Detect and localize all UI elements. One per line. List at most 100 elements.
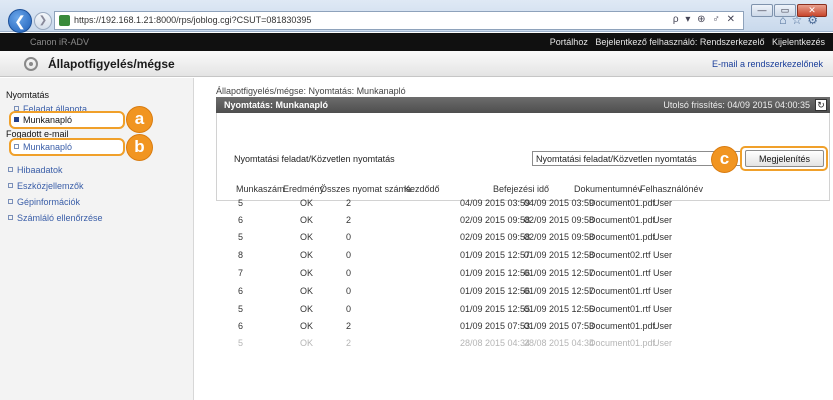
- cell-document-name: Document01.pdf: [589, 232, 656, 242]
- address-tools[interactable]: ρ ▾ ⊕ ♂ ✕: [673, 14, 737, 25]
- browser-chrome: — ▭ ✕ ❮ ❯ https://192.168.1.21:8000/rps/…: [0, 0, 833, 33]
- cell-start: 04/09 2015 03:59: [460, 198, 531, 208]
- table-row: 6 OK 0 01/09 2015 12:56 01/09 2015 12:57 Docu…: [216, 286, 830, 301]
- fade-overlay: [195, 355, 833, 400]
- callout-b-badge: b: [127, 135, 152, 160]
- bullet-icon: [8, 199, 13, 204]
- sidebar-item-label: Gépinformációk: [17, 197, 81, 207]
- sidebar-item-label: Hibaadatok: [17, 165, 63, 175]
- star-icon[interactable]: ☆: [791, 13, 807, 27]
- job-type-select[interactable]: Nyomtatási feladat/Közvetlen nyomtatás: [532, 151, 742, 166]
- sidebar-item-job-log[interactable]: Munkanapló: [14, 115, 72, 125]
- cell-document-name: Document01.pdf: [589, 338, 656, 348]
- sidebar-section-print: Nyomtatás: [6, 90, 50, 100]
- cell-job-number: 6: [238, 286, 244, 296]
- forward-arrow-icon[interactable]: ❯: [34, 12, 52, 30]
- breadcrumb: Állapotfigyelés/mégse: Nyomtatás: Munkan…: [216, 86, 406, 96]
- top-bar: Canon iR-ADV Portálhoz Bejelentkező felh…: [0, 33, 833, 51]
- logout-link[interactable]: Kijelentkezés: [772, 37, 825, 47]
- bullet-icon: [14, 117, 19, 122]
- bullet-icon: [14, 144, 19, 149]
- col-header-total-prints: Összes nyomat száma: [320, 184, 412, 194]
- address-url[interactable]: https://192.168.1.21:8000/rps/joblog.cgi…: [74, 15, 311, 25]
- cell-job-number: 5: [238, 338, 244, 348]
- cell-document-name: Document01.rtf: [589, 304, 651, 314]
- sidebar-item-label: Számláló ellenőrzése: [17, 213, 103, 223]
- col-header-result: Eredmény: [283, 184, 325, 194]
- cell-start: 01/09 2015 12:55: [460, 304, 531, 314]
- cell-user-name: User: [653, 198, 673, 208]
- table-row: 5 OK 2 04/09 2015 03:59 04/09 2015 03:59 Docu…: [216, 198, 830, 213]
- cell-start: 02/09 2015 09:58: [460, 232, 531, 242]
- last-update-text: Utolsó frissítés: 04/09 2015 04:00:35: [663, 100, 810, 110]
- table-row: 5 OK 0 02/09 2015 09:58 02/09 2015 09:58 Docu…: [216, 232, 830, 247]
- cell-total-prints: 2: [346, 215, 352, 225]
- table-row: 6 OK 2 02/09 2015 09:58 02/09 2015 09:58 Docu…: [216, 215, 830, 230]
- bullet-icon: [8, 215, 13, 220]
- cell-user-name: User: [653, 338, 673, 348]
- cell-job-number: 8: [238, 250, 244, 260]
- table-row: 6 OK 2 01/09 2015 07:53 01/09 2015 07:53 Docu…: [216, 321, 830, 336]
- sidebar-item-label: Eszközjellemzők: [17, 181, 84, 191]
- cell-job-number: 6: [238, 321, 244, 331]
- table-row: 5 OK 2 28/08 2015 04:34 28/08 2015 04:34 Docu…: [216, 338, 830, 353]
- cell-end-time: 01/09 2015 12:58: [524, 250, 595, 260]
- cell-start: 28/08 2015 04:34: [460, 338, 531, 348]
- cell-user-name: User: [653, 286, 673, 296]
- sidebar-item-error-info[interactable]: Hibaadatok: [8, 165, 63, 175]
- cell-total-prints: 2: [346, 338, 352, 348]
- cell-result: OK: [300, 268, 314, 278]
- cell-job-number: 5: [238, 232, 244, 242]
- cell-document-name: Document01.pdf: [589, 198, 656, 208]
- cell-start: 01/09 2015 12:56: [460, 286, 531, 296]
- cell-result: OK: [300, 250, 314, 260]
- cell-job-number: 7: [238, 268, 244, 278]
- display-button[interactable]: Megjelenítés: [745, 150, 824, 167]
- mail-admin-link[interactable]: E-mail a rendszerkezelőnek: [712, 59, 823, 69]
- back-arrow-icon[interactable]: ❮: [8, 9, 32, 33]
- cell-result: OK: [300, 338, 314, 348]
- cell-document-name: Document02.rtf: [589, 250, 651, 260]
- status-monitor-icon: [24, 57, 38, 71]
- top-links: Portálhoz Bejelentkező felhasználó: Rend…: [545, 37, 825, 47]
- cell-user-name: User: [653, 321, 673, 331]
- cell-start: 02/09 2015 09:58: [460, 215, 531, 225]
- cell-start: 01/09 2015 12:57: [460, 250, 531, 260]
- cell-total-prints: 0: [346, 232, 352, 242]
- panel-header: Nyomtatás: Munkanapló Utolsó frissítés: …: [216, 97, 830, 113]
- cell-end-time: 01/09 2015 12:57: [524, 268, 595, 278]
- page-title: Állapotfigyelés/mégse: [48, 57, 175, 71]
- minimize-icon[interactable]: —: [751, 4, 773, 17]
- refresh-icon[interactable]: ↻: [815, 99, 827, 111]
- table-row: 8 OK 0 01/09 2015 12:57 01/09 2015 12:58 Docu…: [216, 250, 830, 265]
- cell-document-name: Document01.rtf: [589, 286, 651, 296]
- cell-end-time: 02/09 2015 09:58: [524, 215, 595, 225]
- address-bar[interactable]: https://192.168.1.21:8000/rps/joblog.cgi…: [54, 11, 744, 30]
- cell-job-number: 5: [238, 304, 244, 314]
- portal-link[interactable]: Portálhoz: [550, 37, 588, 47]
- bullet-icon: [8, 167, 13, 172]
- col-header-user-name: Felhasználónév: [640, 184, 704, 194]
- cell-user-name: User: [653, 250, 673, 260]
- gear-icon[interactable]: ⚙: [807, 13, 823, 27]
- cell-document-name: Document01.pdf: [589, 215, 656, 225]
- page-header: Állapotfigyelés/mégse E-mail a rendszerk…: [0, 51, 833, 77]
- home-icon[interactable]: ⌂: [779, 13, 791, 27]
- cell-end-time: 28/08 2015 04:34: [524, 338, 595, 348]
- sidebar-item-label: Munkanapló: [23, 142, 73, 152]
- cell-end-time: 01/09 2015 12:57: [524, 286, 595, 296]
- sidebar-item-device-info[interactable]: Gépinformációk: [8, 197, 80, 207]
- sidebar-item-device-features[interactable]: Eszközjellemzők: [8, 181, 84, 191]
- sidebar-item-counter-check[interactable]: Számláló ellenőrzése: [8, 213, 103, 223]
- sidebar-item-email-log[interactable]: Munkanapló: [14, 142, 72, 152]
- table-row: 5 OK 0 01/09 2015 12:55 01/09 2015 12:56 Docu…: [216, 304, 830, 319]
- table-row: 7 OK 0 01/09 2015 12:56 01/09 2015 12:57 Docu…: [216, 268, 830, 283]
- cell-result: OK: [300, 215, 314, 225]
- device-name: Canon iR-ADV: [30, 37, 90, 47]
- cell-result: OK: [300, 232, 314, 242]
- cell-total-prints: 0: [346, 304, 352, 314]
- cell-total-prints: 2: [346, 198, 352, 208]
- cell-result: OK: [300, 321, 314, 331]
- browser-toolbar-icons: ⌂☆⚙: [779, 13, 823, 27]
- cell-result: OK: [300, 286, 314, 296]
